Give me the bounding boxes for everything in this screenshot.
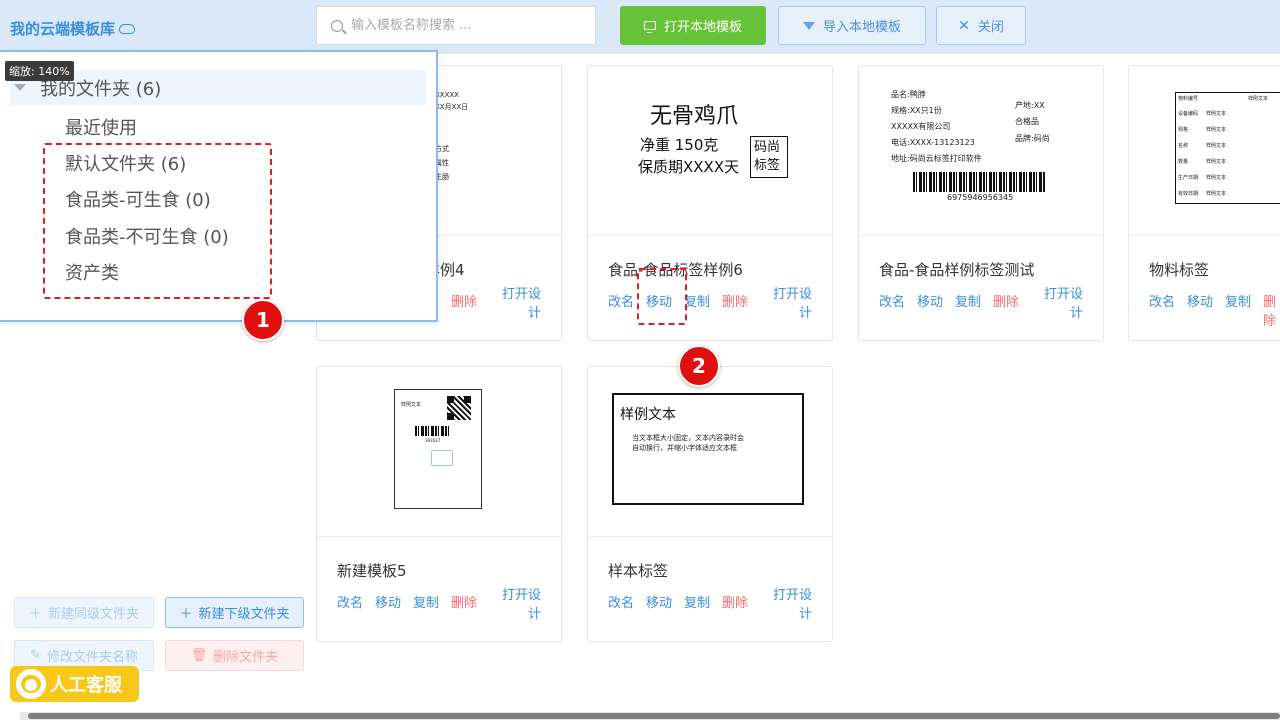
monitor-icon (643, 21, 656, 33)
template-card[interactable]: 品名:鸭脖 规格:XX只1份 XXXXX有限公司 电话:XXXX-1312312… (858, 65, 1104, 341)
trash-icon: 🗑 (190, 648, 208, 663)
scrollbar-thumb[interactable] (28, 713, 1280, 719)
copy-link[interactable]: 复制 (684, 592, 710, 611)
highlight-box-folders (43, 143, 272, 299)
image-icon (431, 450, 453, 466)
template-name: 物料标签 (1149, 261, 1210, 279)
template-thumbnail: 物料编号 样例文本 设备编码 样例文本 规格 样例文本 名称 样例文本 数量 样… (1129, 66, 1280, 236)
search-icon (331, 19, 343, 32)
delete-link[interactable]: 删除 (722, 291, 748, 310)
open-design-link[interactable]: 打开设计 (493, 586, 541, 624)
step-marker-2: 2 (678, 345, 720, 387)
search-box[interactable] (316, 6, 596, 45)
qr-code (447, 396, 471, 420)
rename-link[interactable]: 改名 (1149, 291, 1175, 310)
filter-icon (802, 21, 815, 30)
template-thumbnail: 品名:鸭脖 规格:XX只1份 XXXXX有限公司 电话:XXXX-1312312… (859, 66, 1103, 236)
template-thumbnail: 样例文本 当文本框大小固定，文本内容录时会 自动换行，并缩小字体适应文本框 (588, 367, 832, 537)
barcode (913, 172, 1045, 192)
top-bar: 我的云端模板库 打开本地模板 导入本地模板 ✕ 关闭 (0, 0, 1280, 54)
open-design-link[interactable]: 打开设计 (1035, 285, 1083, 323)
rename-link[interactable]: 改名 (337, 592, 363, 611)
label-outline: 样例文本 当文本框大小固定，文本内容录时会 自动换行，并缩小字体适应文本框 (612, 393, 804, 505)
step-marker-1: 1 (242, 299, 284, 341)
customer-service-button[interactable]: 人工客服 (10, 666, 139, 702)
zoom-badge: 缩放: 140% (5, 61, 74, 81)
plus-icon: ＋ (28, 607, 42, 622)
delete-link[interactable]: 删除 (722, 592, 748, 611)
cloud-icon (119, 23, 136, 34)
open-local-template-button[interactable]: 打开本地模板 (620, 6, 766, 45)
template-card[interactable]: 样例文本 392637 新建模板5 改名 移动 复制 删除 打开设计 (316, 366, 562, 642)
open-design-link[interactable]: 打开设计 (764, 586, 812, 624)
new-sibling-folder-button[interactable]: ＋新建同级文件夹 (14, 597, 154, 628)
library-title[interactable]: 我的云端模板库 (10, 18, 136, 39)
import-local-template-button[interactable]: 导入本地模板 (778, 6, 926, 45)
new-child-folder-button[interactable]: ＋新建下级文件夹 (165, 597, 304, 628)
template-card[interactable]: 无骨鸡爪 净重 150克 保质期XXXX天 码尚 标签 食品-食品标签样例6 改… (587, 65, 833, 341)
open-design-link[interactable]: 打开设计 (493, 285, 541, 323)
move-link[interactable]: 移动 (917, 291, 943, 310)
template-card[interactable]: 样例文本 当文本框大小固定，文本内容录时会 自动换行，并缩小字体适应文本框 样本… (587, 366, 833, 642)
template-card[interactable]: 物料编号 样例文本 设备编码 样例文本 规格 样例文本 名称 样例文本 数量 样… (1128, 65, 1280, 341)
copy-link[interactable]: 复制 (413, 592, 439, 611)
move-link[interactable]: 移动 (646, 592, 672, 611)
folder-recent[interactable]: 最近使用 (65, 114, 137, 140)
move-link[interactable]: 移动 (375, 592, 401, 611)
delete-folder-button[interactable]: 🗑 删除文件夹 (165, 640, 304, 671)
highlight-box-move (637, 268, 687, 325)
label-stamp: 码尚 标签 (750, 136, 788, 178)
move-link[interactable]: 移动 (1187, 291, 1213, 310)
template-thumbnail: 样例文本 392637 (317, 367, 561, 537)
open-design-link[interactable]: 打开设计 (764, 285, 812, 323)
table-thumbnail: 物料编号 样例文本 设备编码 样例文本 规格 样例文本 名称 样例文本 数量 样… (1175, 92, 1280, 204)
label-outline: 样例文本 392637 (394, 389, 482, 509)
template-name: 样本标签 (608, 562, 669, 580)
delete-link[interactable]: 删除 (1263, 291, 1280, 329)
caret-down-icon[interactable] (14, 84, 26, 91)
plus-icon: ＋ (179, 607, 193, 622)
rename-link[interactable]: 改名 (879, 291, 905, 310)
copy-link[interactable]: 复制 (684, 291, 710, 310)
edit-icon: ✎ (30, 648, 41, 663)
template-name: 食品-食品样例标签测试 (879, 261, 1035, 279)
delete-link[interactable]: 删除 (451, 291, 477, 310)
copy-link[interactable]: 复制 (955, 291, 981, 310)
template-thumbnail: 无骨鸡爪 净重 150克 保质期XXXX天 码尚 标签 (588, 66, 832, 236)
rename-link[interactable]: 改名 (608, 291, 634, 310)
headset-icon (16, 669, 46, 699)
copy-link[interactable]: 复制 (1225, 291, 1251, 310)
rename-link[interactable]: 改名 (608, 592, 634, 611)
close-icon: ✕ (958, 17, 970, 34)
template-name: 新建模板5 (337, 562, 407, 580)
barcode (415, 426, 451, 436)
close-button[interactable]: ✕ 关闭 (936, 6, 1026, 45)
delete-link[interactable]: 删除 (993, 291, 1019, 310)
delete-link[interactable]: 删除 (451, 592, 477, 611)
horizontal-scrollbar[interactable] (20, 712, 1280, 720)
search-input[interactable] (351, 18, 581, 33)
